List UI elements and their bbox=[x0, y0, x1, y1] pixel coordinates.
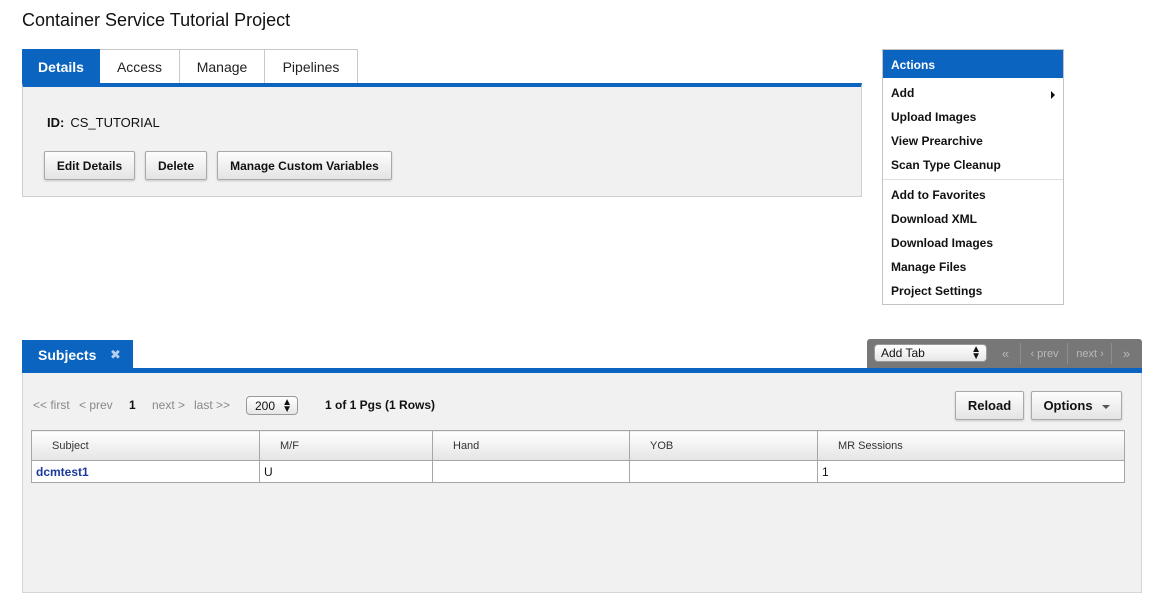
tab-scroll-next-button[interactable]: next › bbox=[1070, 344, 1110, 363]
action-download-images[interactable]: Download Images bbox=[883, 231, 1063, 255]
table-row: dcmtest1 U 1 bbox=[31, 460, 1125, 483]
page-title: Container Service Tutorial Project bbox=[22, 10, 291, 30]
pager-first-link[interactable]: << first bbox=[33, 398, 70, 412]
action-add[interactable]: Add bbox=[883, 81, 1063, 105]
updown-arrows-icon: ▲ ▼ bbox=[971, 344, 981, 362]
tab-scroll-last-button[interactable]: » bbox=[1114, 344, 1139, 363]
action-add-to-favorites[interactable]: Add to Favorites bbox=[883, 183, 1063, 207]
subject-link[interactable]: dcmtest1 bbox=[31, 460, 260, 483]
tab-manage[interactable]: Manage bbox=[180, 49, 265, 84]
updown-arrows-icon: ▲ ▼ bbox=[282, 397, 292, 415]
pager-prev-link[interactable]: < prev bbox=[79, 398, 113, 412]
project-id-label: ID: bbox=[47, 115, 65, 130]
cell-mr-sessions: 1 bbox=[817, 460, 1125, 483]
actions-box: Actions Add Upload Images View Prearchiv… bbox=[882, 49, 1064, 305]
pager-next-link[interactable]: next > bbox=[152, 398, 185, 412]
subjects-tab-label: Subjects bbox=[38, 347, 97, 363]
tab-subjects[interactable]: Subjects ✖ bbox=[22, 340, 133, 370]
cell-mf: U bbox=[259, 460, 433, 483]
options-button-label: Options bbox=[1043, 398, 1093, 413]
add-tab-label: Add Tab bbox=[881, 346, 925, 360]
details-panel: ID: CS_TUTORIAL Edit Details Delete Manag… bbox=[22, 83, 862, 197]
action-add-label: Add bbox=[891, 86, 915, 100]
actions-list: Add Upload Images View Prearchive Scan T… bbox=[883, 78, 1063, 303]
delete-button[interactable]: Delete bbox=[145, 151, 207, 180]
actions-header: Actions bbox=[883, 50, 1063, 78]
tab-pipelines[interactable]: Pipelines bbox=[265, 49, 358, 84]
action-scan-type-cleanup[interactable]: Scan Type Cleanup bbox=[883, 153, 1063, 177]
options-button[interactable]: Options bbox=[1031, 391, 1122, 420]
tab-access[interactable]: Access bbox=[100, 49, 180, 84]
column-header-hand[interactable]: Hand bbox=[432, 430, 630, 461]
action-view-prearchive[interactable]: View Prearchive bbox=[883, 129, 1063, 153]
page-info: 1 of 1 Pgs (1 Rows) bbox=[325, 398, 436, 412]
close-icon[interactable]: ✖ bbox=[110, 347, 121, 363]
project-tabs: Details Access Manage Pipelines bbox=[22, 49, 358, 84]
action-project-settings[interactable]: Project Settings bbox=[883, 279, 1063, 303]
subjects-table: Subject M/F Hand YOB MR Sessions dcmtest… bbox=[31, 430, 1125, 483]
column-header-mr-sessions[interactable]: MR Sessions bbox=[817, 430, 1125, 461]
project-id-value: CS_TUTORIAL bbox=[70, 115, 160, 130]
page-size-value: 200 bbox=[255, 399, 276, 413]
tab-details[interactable]: Details bbox=[22, 49, 100, 84]
project-id-row: ID: CS_TUTORIAL bbox=[47, 115, 160, 130]
submenu-arrow-icon bbox=[1051, 91, 1055, 99]
table-header-row: Subject M/F Hand YOB MR Sessions bbox=[31, 430, 1125, 461]
cell-yob bbox=[629, 460, 818, 483]
tab-control-divider bbox=[1111, 343, 1112, 364]
actions-divider bbox=[883, 179, 1063, 180]
page-size-select[interactable]: 200 ▲ ▼ bbox=[246, 396, 298, 415]
action-manage-files[interactable]: Manage Files bbox=[883, 255, 1063, 279]
add-tab-select[interactable]: Add Tab ▲ ▼ bbox=[874, 344, 987, 362]
reload-button[interactable]: Reload bbox=[955, 391, 1024, 420]
column-header-subject[interactable]: Subject bbox=[31, 430, 260, 461]
column-header-mf[interactable]: M/F bbox=[259, 430, 433, 461]
chevron-down-icon bbox=[1101, 404, 1110, 409]
pager-last-link[interactable]: last >> bbox=[194, 398, 230, 412]
action-download-xml[interactable]: Download XML bbox=[883, 207, 1063, 231]
tab-scroll-prev-button[interactable]: ‹ prev bbox=[1023, 344, 1066, 363]
action-upload-images[interactable]: Upload Images bbox=[883, 105, 1063, 129]
tab-control-bar: Add Tab ▲ ▼ « ‹ prev next › » bbox=[867, 339, 1142, 368]
manage-custom-variables-button[interactable]: Manage Custom Variables bbox=[217, 151, 392, 180]
tab-control-divider bbox=[1067, 343, 1068, 364]
edit-details-button[interactable]: Edit Details bbox=[44, 151, 135, 180]
tab-control-divider bbox=[1020, 343, 1021, 364]
cell-hand bbox=[432, 460, 630, 483]
column-header-yob[interactable]: YOB bbox=[629, 430, 818, 461]
pager-current-page: 1 bbox=[129, 398, 136, 412]
tab-scroll-first-button[interactable]: « bbox=[992, 344, 1019, 363]
